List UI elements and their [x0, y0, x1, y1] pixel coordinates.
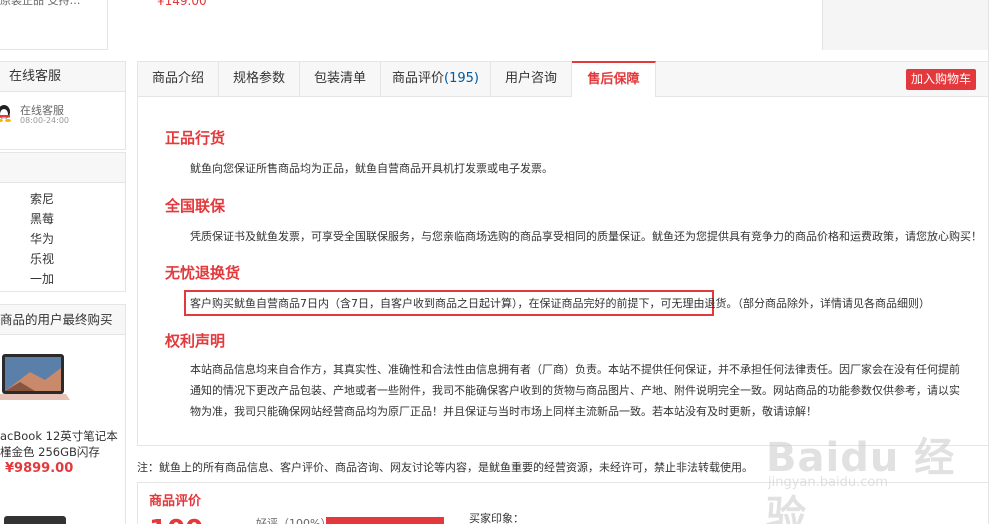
- tab-specs[interactable]: 规格参数: [219, 62, 300, 96]
- tab-package[interactable]: 包装清单: [300, 62, 381, 96]
- section-title-genuine: 正品行货: [165, 129, 226, 147]
- tab-consult[interactable]: 用户咨询: [491, 62, 572, 96]
- top-right-panel: [822, 0, 988, 50]
- section-text-rights: 本站商品信息均来自合作方，其真实性、准确性和合法性由信息拥有者（厂商）负责。本站…: [190, 363, 960, 418]
- returns-exception-text: （部分商品除外，详情请见各商品细则）: [737, 297, 931, 310]
- brand-item[interactable]: 华为: [30, 229, 125, 249]
- tab-label: 用户咨询: [504, 71, 557, 86]
- previous-product-card[interactable]: 原装正品 支持…: [0, 0, 108, 50]
- section-title-returns: 无忧退换货: [165, 264, 241, 282]
- watermark-url: jingyan.baidu.com: [768, 475, 888, 490]
- online-service-link[interactable]: 在线客服 08:00-24:00: [0, 96, 125, 126]
- final-purchase-title: 商品的用户最终购买: [0, 305, 125, 335]
- previous-product-text: 原装正品 支持…: [0, 0, 81, 7]
- review-summary-title: 商品评价: [149, 494, 202, 509]
- final-purchase-product-price: ¥9899.00: [5, 461, 74, 476]
- tab-label: 包装清单: [313, 71, 366, 86]
- after-sales-panel: 正品行货 鱿鱼向您保证所售商品均为正品，鱿鱼自营商品开具机打发票或电子发票。 全…: [137, 96, 989, 446]
- section-title-warranty: 全国联保: [165, 197, 226, 215]
- online-service-box: 在线客服 在线客服 08:00-24:00: [0, 61, 126, 150]
- brand-item[interactable]: 乐视: [30, 249, 125, 269]
- copyright-notice: 注：鱿鱼上的所有商品信息、客户评价、商品咨询、网友讨论等内容，是鱿鱼重要的经营资…: [137, 461, 753, 474]
- section-text-warranty: 凭质保证书及鱿鱼发票，可享受全国联保服务，与您亲临商场选购的商品享受相同的质量保…: [190, 230, 982, 243]
- product-name-line-2: 槿金色 256GB闪存: [0, 445, 100, 459]
- online-service-hours: 08:00-24:00: [20, 116, 69, 125]
- returns-policy-text: 客户购买鱿鱼自营商品7日内（含7日，自客户收到商品之日起计算），在保证商品完好的…: [190, 297, 738, 310]
- baidu-jingyan-watermark: Baidu 经验 jingyan.baidu.com: [760, 415, 990, 524]
- tab-label: 商品介绍: [151, 71, 204, 86]
- detail-tab-bar: 商品介绍 规格参数 包装清单 商品评价(195) 用户咨询 售后保障 加入购物车: [137, 61, 989, 97]
- good-review-label: 好评（100%）: [256, 517, 332, 524]
- brand-box-title: [0, 153, 125, 183]
- good-review-bar: [326, 517, 444, 524]
- tab-after-sales[interactable]: 售后保障: [572, 61, 656, 97]
- previous-product-price: ¥149.00: [157, 0, 207, 8]
- section-title-rights: 权利声明: [165, 332, 226, 350]
- review-count: (195): [444, 71, 479, 86]
- second-product-image[interactable]: [4, 516, 66, 524]
- tab-label: 售后保障: [587, 72, 640, 87]
- final-purchase-box: 商品的用户最终购买: [0, 304, 126, 524]
- tab-reviews[interactable]: 商品评价(195): [381, 62, 491, 96]
- tab-intro[interactable]: 商品介绍: [138, 62, 219, 96]
- review-score: 100: [149, 515, 203, 524]
- tab-label: 商品评价: [392, 71, 445, 86]
- brand-item[interactable]: 一加: [30, 269, 125, 289]
- brand-box: 索尼 黑莓 华为 乐视 一加: [0, 152, 126, 292]
- brand-item[interactable]: 黑莓: [30, 209, 125, 229]
- macbook-image[interactable]: [0, 350, 70, 412]
- buyer-impression-label: 买家印象：: [469, 512, 524, 524]
- top-strip: 原装正品 支持… ¥149.00: [0, 0, 1000, 50]
- qq-penguin-icon: [0, 105, 11, 122]
- section-text-returns: 客户购买鱿鱼自营商品7日内（含7日，自客户收到商品之日起计算），在保证商品完好的…: [190, 295, 930, 311]
- brand-item[interactable]: 索尼: [30, 189, 125, 209]
- brand-list: 索尼 黑莓 华为 乐视 一加: [0, 183, 125, 289]
- add-to-cart-button[interactable]: 加入购物车: [906, 69, 976, 90]
- section-text-genuine: 鱿鱼向您保证所售商品均为正品，鱿鱼自营商品开具机打发票或电子发票。: [190, 162, 553, 175]
- product-name-line-1: acBook 12英寸笔记本: [0, 429, 118, 443]
- online-service-title: 在线客服: [0, 62, 125, 92]
- final-purchase-product-name[interactable]: acBook 12英寸笔记本 槿金色 256GB闪存: [0, 428, 118, 460]
- tab-label: 规格参数: [232, 71, 285, 86]
